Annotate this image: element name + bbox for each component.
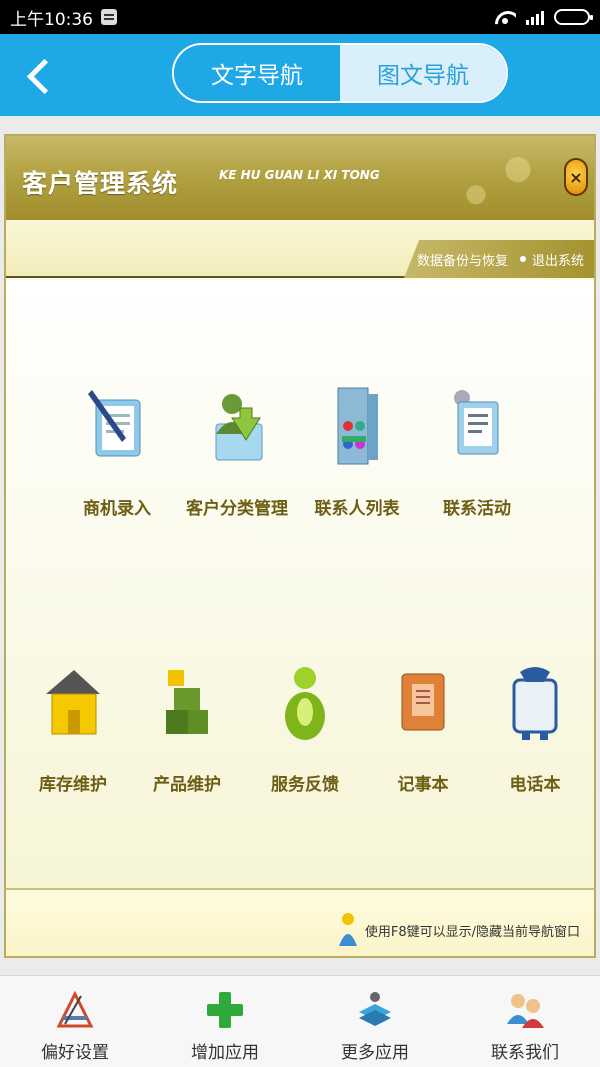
system-pinyin: KE HU GUAN LI XI TONG	[219, 168, 380, 182]
app-label: 联系人列表	[314, 499, 400, 519]
app-contact-activity[interactable]: 联系活动	[422, 384, 532, 519]
app-label: 客户分类管理	[186, 499, 288, 519]
add-app-icon	[205, 990, 245, 1030]
app-label: 商机录入	[83, 499, 151, 519]
app-label: 记事本	[397, 775, 449, 795]
app-label: 联系活动	[443, 499, 511, 519]
app-header: 文字导航 图文导航	[0, 34, 600, 116]
preferences-icon	[55, 990, 95, 1030]
notification-icon	[101, 9, 117, 25]
app-label: 服务反馈	[271, 775, 339, 795]
nav-label: 增加应用	[191, 1043, 259, 1063]
app-inventory[interactable]: 库存维护	[18, 660, 128, 795]
phonebook-icon	[500, 660, 570, 746]
app-grid: 商机录入 客户分类管理 联系人列表 联系活动 库存维护 产品维护 服务反馈 记事…	[6, 280, 594, 888]
nav-more-apps[interactable]: 更多应用	[300, 976, 450, 1067]
footer-tip-text: 使用F8键可以显示/隐藏当前导航窗口	[364, 924, 580, 940]
app-notepad[interactable]: 记事本	[368, 660, 478, 795]
bullet-icon	[519, 256, 526, 262]
tab-text-nav[interactable]: 文字导航	[174, 45, 340, 101]
contact-list-icon	[322, 384, 392, 470]
app-contact-list[interactable]: 联系人列表	[302, 384, 412, 519]
app-service-feedback[interactable]: 服务反馈	[250, 660, 360, 795]
close-button[interactable]: ×	[564, 158, 588, 196]
tip-person-icon	[337, 912, 359, 948]
system-toolbar: 数据备份与恢复 退出系统	[6, 220, 594, 278]
nav-contact-us[interactable]: 联系我们	[450, 976, 600, 1067]
app-customer-classify[interactable]: 客户分类管理	[182, 384, 292, 519]
business-entry-icon	[82, 384, 152, 470]
contact-activity-icon	[442, 384, 512, 470]
battery-icon	[554, 9, 593, 25]
nav-mode-switch: 文字导航 图文导航	[172, 43, 508, 103]
bottom-nav: 偏好设置 增加应用 更多应用 联系我们	[0, 975, 600, 1067]
system-banner: 客户管理系统 KE HU GUAN LI XI TONG ×	[6, 136, 594, 220]
product-icon	[152, 660, 222, 746]
nav-preferences[interactable]: 偏好设置	[0, 976, 150, 1067]
service-feedback-icon	[270, 660, 340, 746]
system-title: 客户管理系统	[22, 169, 179, 198]
tab-image-nav[interactable]: 图文导航	[340, 45, 506, 101]
footer-tip-bar: 使用F8键可以显示/隐藏当前导航窗口	[6, 888, 594, 956]
contact-us-icon	[505, 990, 545, 1030]
notepad-icon	[388, 660, 458, 746]
wifi-icon	[494, 9, 516, 25]
backup-restore-link[interactable]: 数据备份与恢复	[404, 250, 508, 269]
crm-panel: 客户管理系统 KE HU GUAN LI XI TONG × 数据备份与恢复 退…	[4, 134, 596, 958]
nav-add-app[interactable]: 增加应用	[150, 976, 300, 1067]
signal-icon	[526, 9, 544, 25]
more-apps-icon	[355, 990, 395, 1030]
customer-classify-icon	[202, 384, 272, 470]
exit-system-link[interactable]: 退出系统	[519, 250, 584, 269]
app-label: 电话本	[509, 775, 561, 795]
status-bar: 上午10:36	[0, 0, 600, 34]
app-phonebook[interactable]: 电话本	[480, 660, 590, 795]
nav-label: 更多应用	[341, 1043, 409, 1063]
banner-ornament	[434, 136, 574, 220]
app-product[interactable]: 产品维护	[132, 660, 242, 795]
nav-label: 偏好设置	[41, 1043, 109, 1063]
nav-label: 联系我们	[491, 1043, 559, 1063]
app-business-entry[interactable]: 商机录入	[62, 384, 172, 519]
inventory-icon	[38, 660, 108, 746]
status-time: 上午10:36	[10, 9, 93, 30]
back-button[interactable]	[22, 56, 58, 96]
app-label: 产品维护	[153, 775, 221, 795]
bullet-icon	[404, 256, 411, 262]
app-label: 库存维护	[39, 775, 107, 795]
